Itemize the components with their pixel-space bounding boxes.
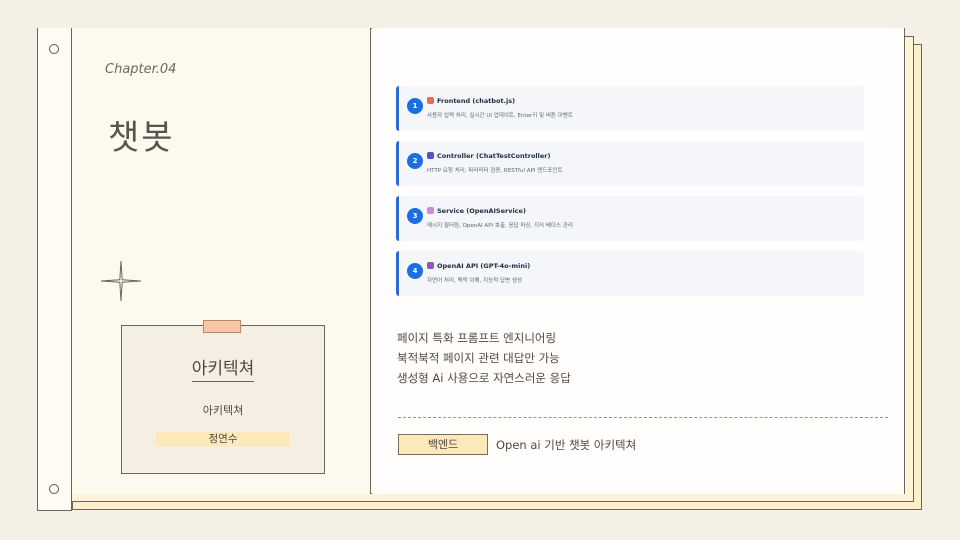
layer-title: Controller (ChatTestController) [437,152,551,160]
layer-card-controller: 2 Controller (ChatTestController) HTTP 요… [396,141,864,186]
tape-decoration [203,320,241,333]
layer-card-service: 3 Service (OpenAIService) 메시지 필터링, OpenA… [396,196,864,241]
binder-ring-bottom [49,484,59,494]
brain-icon [427,207,434,214]
feature-line: 페이지 특화 프롬프트 엔지니어링 [397,331,557,345]
layer-card-openai: 4 OpenAI API (GPT-4o-mini) 자연어 처리, 맥락 이해… [396,251,864,296]
step-number: 4 [407,263,423,279]
layer-card-frontend: 1 Frontend (chatbot.js) 사용자 입력 처리, 실시간 U… [396,86,864,131]
layer-title: Service (OpenAIService) [437,207,526,215]
layer-description: HTTP 요청 처리, 파라미터 검증, RESTful API 엔드포인트 [427,168,563,174]
robot-icon [427,262,434,269]
chapter-label: Chapter.04 [105,62,177,77]
backend-badge: 백엔드 [398,434,488,455]
step-number: 1 [407,98,423,114]
sparkle-icon [100,260,142,302]
dashed-divider [398,417,888,418]
card-subtitle: 아키텍쳐 [202,404,244,417]
layer-title: Frontend (chatbot.js) [437,97,516,105]
shield-icon [427,97,434,104]
layer-title: OpenAI API (GPT-4o-mini) [437,262,531,270]
layer-description: 자연어 처리, 맥락 이해, 지능적 답변 생성 [427,278,522,284]
architecture-card: 아키텍쳐 아키텍쳐 정연수 [121,325,325,474]
feature-line: 북적북적 페이지 관련 대답만 가능 [397,351,560,365]
page-title: 챗봇 [108,118,175,158]
step-number: 2 [407,153,423,169]
binder-ring-top [49,44,59,54]
binder-spine [37,28,72,511]
layer-description: 사용자 입력 처리, 실시간 UI 업데이트, Enter키 및 버튼 이벤트 [427,113,573,119]
bookmark-icon [427,152,434,159]
layer-description: 메시지 필터링, OpenAI API 호출, 응답 파싱, 지식 베이스 관리 [427,223,573,229]
author-name: 정연수 [156,432,290,446]
card-title: 아키텍쳐 [191,359,255,382]
footer-caption: Open ai 기반 챗봇 아키텍쳐 [496,438,637,452]
feature-line: 생성형 Ai 사용으로 자연스러운 응답 [397,371,571,385]
step-number: 3 [407,208,423,224]
